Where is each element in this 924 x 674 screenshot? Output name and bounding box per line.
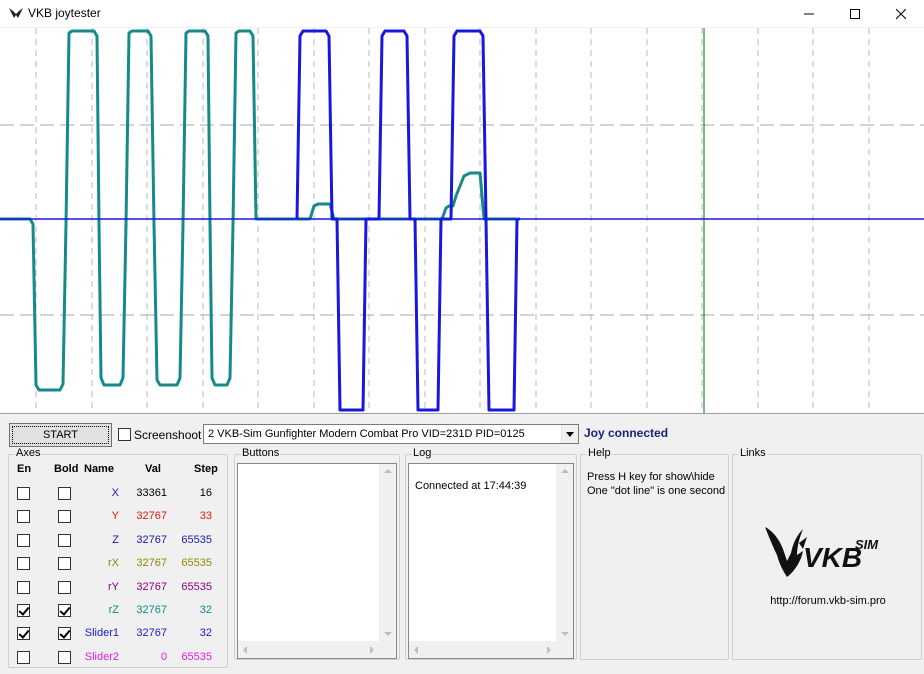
axis-enable-checkbox[interactable] [17, 604, 30, 617]
axis-bold-checkbox[interactable] [58, 557, 71, 570]
svg-text:VKB: VKB [803, 542, 862, 573]
axis-enable-checkbox[interactable] [17, 627, 30, 640]
buttons-group-title: Buttons [241, 447, 281, 459]
graph-canvas [0, 28, 924, 413]
axis-bold-checkbox[interactable] [58, 534, 71, 547]
chevron-down-icon[interactable] [561, 425, 578, 443]
screenshot-checkbox[interactable] [118, 428, 131, 441]
axis-value: 32767 [136, 510, 167, 522]
signal-graph [0, 28, 924, 413]
buttons-horizontal-scrollbar[interactable] [238, 641, 379, 658]
axis-value: 32767 [136, 604, 167, 616]
title-bar: VKB joytester [0, 0, 924, 28]
close-button[interactable] [878, 0, 924, 28]
scroll-left-icon[interactable] [414, 646, 418, 654]
start-button[interactable]: START [9, 423, 112, 447]
help-text-line-2: One "dot line" is one second [587, 485, 726, 497]
header-name: Name [84, 463, 114, 475]
axis-name: rY [108, 581, 119, 593]
axis-step: 65535 [181, 581, 212, 593]
axis-value: 33361 [136, 487, 167, 499]
log-vertical-scrollbar[interactable] [556, 464, 573, 641]
axis-enable-checkbox[interactable] [17, 557, 30, 570]
axis-bold-checkbox[interactable] [58, 604, 71, 617]
close-icon [896, 9, 906, 19]
axis-name: Slider1 [84, 627, 119, 639]
scroll-right-icon[interactable] [370, 646, 374, 654]
log-list[interactable]: Connected at 17:44:39 [408, 463, 574, 659]
axis-step: 65535 [181, 651, 212, 663]
buttons-list[interactable] [237, 463, 397, 659]
axis-step: 65535 [181, 534, 212, 546]
axis-bold-checkbox[interactable] [58, 651, 71, 664]
connection-status: Joy connected [584, 426, 669, 440]
axis-bold-checkbox[interactable] [58, 510, 71, 523]
trace-rz [0, 29, 520, 392]
scroll-down-icon[interactable] [384, 632, 392, 636]
screenshot-label: Screenshoot [134, 428, 202, 442]
scroll-left-icon[interactable] [243, 646, 247, 654]
window-title: VKB joytester [28, 6, 101, 20]
axis-value: 0 [160, 651, 167, 663]
axis-enable-checkbox[interactable] [17, 534, 30, 547]
log-entry: Connected at 17:44:39 [415, 480, 527, 492]
log-group-title: Log [412, 447, 433, 459]
axis-step: 33 [199, 510, 212, 522]
scroll-right-icon[interactable] [547, 646, 551, 654]
axis-step: 32 [199, 604, 212, 616]
axis-name: Y [111, 510, 119, 522]
axes-group: Axes En Bold Name Val Step X 33361 16 Y 3276… [8, 447, 228, 668]
device-select-value: 2 VKB-Sim Gunfighter Modern Combat Pro V… [208, 428, 525, 440]
axes-group-title: Axes [15, 447, 42, 459]
axis-enable-checkbox[interactable] [17, 651, 30, 664]
axis-value: 32767 [136, 581, 167, 593]
forum-link[interactable]: http://forum.vkb-sim.pro [733, 595, 923, 607]
axis-enable-checkbox[interactable] [17, 510, 30, 523]
axis-name: Slider2 [84, 651, 119, 663]
header-val: Val [145, 463, 161, 475]
header-en: En [17, 463, 32, 475]
control-panel: START Screenshoot 2 VKB-Sim Gunfighter M… [0, 413, 924, 674]
scroll-up-icon[interactable] [384, 469, 392, 473]
links-group-title: Links [739, 447, 767, 459]
axis-name: rX [108, 557, 119, 569]
axis-value: 32767 [136, 534, 167, 546]
maximize-icon [850, 9, 860, 19]
axis-enable-checkbox[interactable] [17, 487, 30, 500]
axis-enable-checkbox[interactable] [17, 581, 30, 594]
scroll-corner [379, 641, 396, 658]
device-select[interactable]: 2 VKB-Sim Gunfighter Modern Combat Pro V… [203, 424, 579, 444]
vkb-app-icon [9, 8, 23, 18]
axis-step: 32 [199, 627, 212, 639]
axis-bold-checkbox[interactable] [58, 487, 71, 500]
axis-value: 32767 [136, 627, 167, 639]
minimize-icon [804, 13, 814, 15]
header-bold: Bold [54, 463, 79, 475]
scroll-up-icon[interactable] [561, 469, 569, 473]
buttons-group: Buttons [234, 447, 400, 660]
help-group: Help Press H key for show\hide One "dot … [580, 447, 729, 660]
axis-name: X [111, 487, 119, 499]
header-step: Step [194, 463, 218, 475]
maximize-button[interactable] [832, 0, 878, 28]
buttons-vertical-scrollbar[interactable] [379, 464, 396, 641]
axis-step: 65535 [181, 557, 212, 569]
axis-name: rZ [108, 604, 119, 616]
vkb-sim-logo[interactable]: VKB SIM [763, 513, 893, 587]
help-group-title: Help [587, 447, 612, 459]
axis-name: Z [112, 534, 119, 546]
help-text-line-1: Press H key for show\hide [587, 471, 715, 483]
axis-value: 32767 [136, 557, 167, 569]
svg-text:SIM: SIM [855, 537, 879, 552]
axis-bold-checkbox[interactable] [58, 581, 71, 594]
axis-bold-checkbox[interactable] [58, 627, 71, 640]
log-group: Log Connected at 17:44:39 [405, 447, 577, 660]
axis-step: 16 [199, 487, 212, 499]
scroll-corner [556, 641, 573, 658]
scroll-down-icon[interactable] [561, 632, 569, 636]
log-horizontal-scrollbar[interactable] [409, 641, 556, 658]
minimize-button[interactable] [786, 0, 832, 28]
links-group: Links VKB SIM http://forum.vkb-sim.pro [732, 447, 923, 660]
